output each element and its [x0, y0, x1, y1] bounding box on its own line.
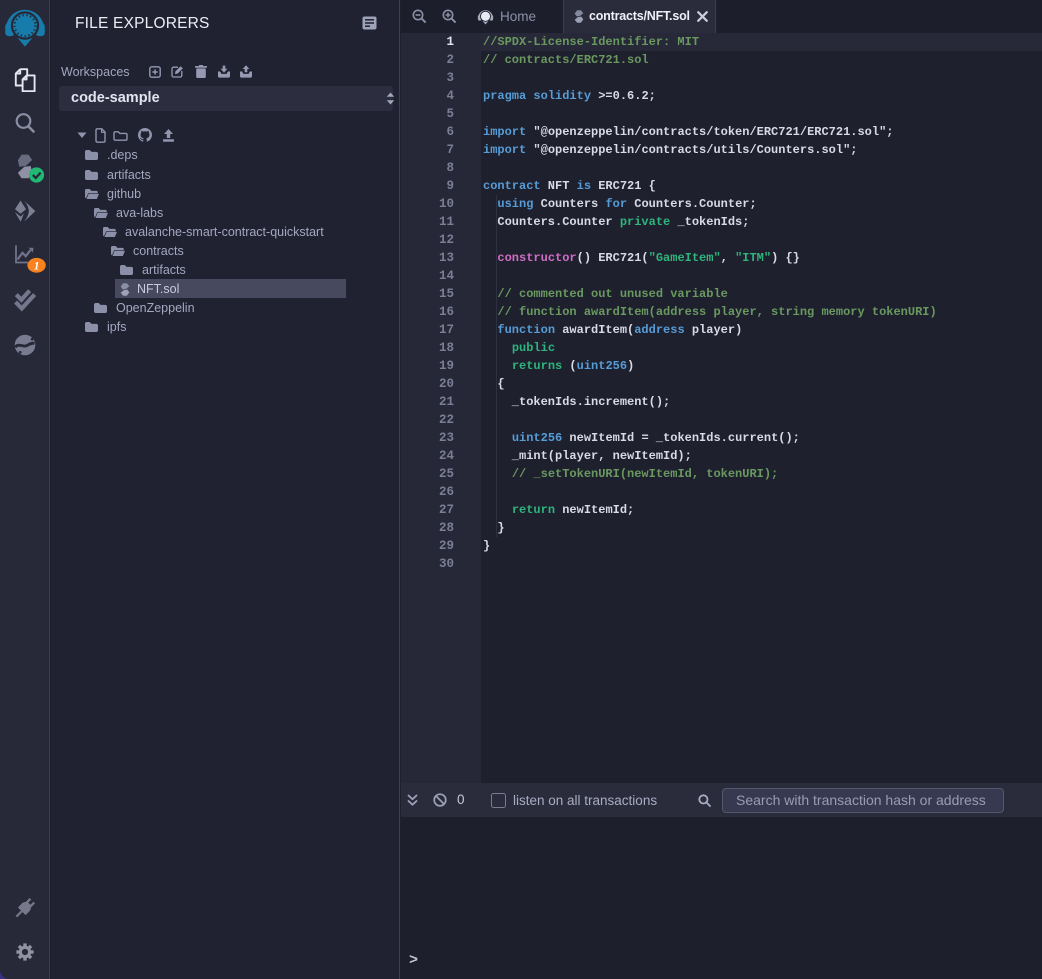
svg-text:1: 1 [34, 260, 40, 272]
